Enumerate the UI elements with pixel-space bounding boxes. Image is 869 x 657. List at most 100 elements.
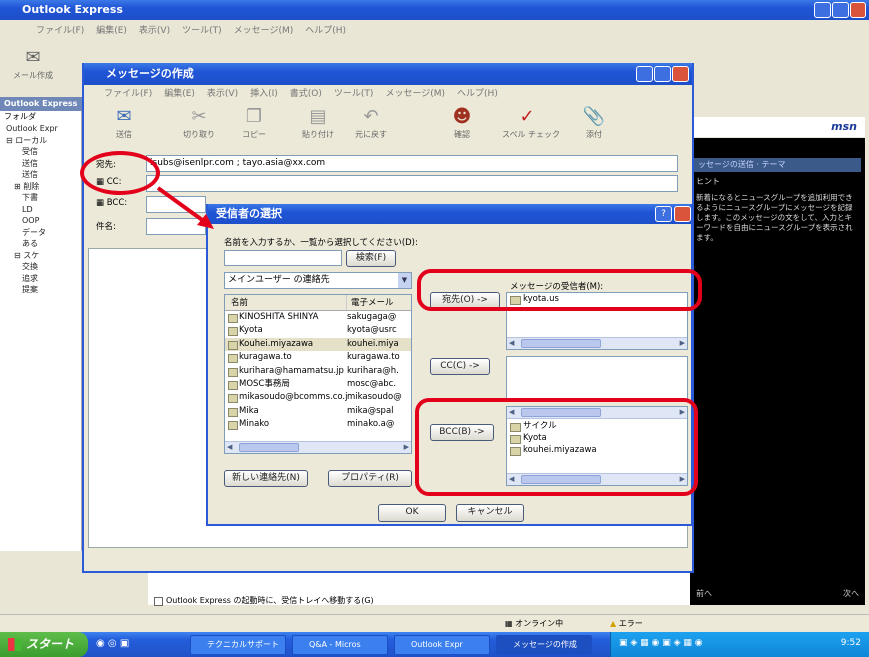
bcc-scrollbar[interactable]: ◀ ▶ xyxy=(507,473,687,485)
taskbar-button[interactable]: テクニカルサポート xyxy=(190,635,286,655)
scroll-thumb[interactable] xyxy=(521,408,601,417)
main-minimize-button[interactable] xyxy=(814,2,831,18)
contacts-scrollbar[interactable]: ◀ ▶ xyxy=(225,441,411,453)
menu-item[interactable]: ヘルプ(H) xyxy=(457,89,498,99)
menu-item[interactable]: ツール(T) xyxy=(182,26,222,36)
scroll-thumb[interactable] xyxy=(521,339,601,348)
cancel-button[interactable]: キャンセル xyxy=(456,504,524,522)
folder-item[interactable]: OOP xyxy=(6,215,81,227)
undo-button[interactable]: ↶ 元に戻す xyxy=(349,105,393,140)
start-button[interactable]: スタート xyxy=(0,632,88,657)
cc-button[interactable]: CC(C) -> xyxy=(430,358,490,375)
taskbar-button[interactable]: メッセージの作成 xyxy=(496,635,592,655)
menu-item[interactable]: ツール(T) xyxy=(334,89,374,99)
bcc-top-scrollbar[interactable]: ◀ ▶ xyxy=(507,407,687,419)
new-contact-button[interactable]: 新しい連絡先(N) xyxy=(224,470,308,487)
dialog-help-button[interactable]: ? xyxy=(655,206,672,222)
contact-row[interactable]: KINOSHITA SHINYA sakugaga@ xyxy=(225,311,411,324)
contacts-source-select[interactable]: メインユーザー の連絡先 ▼ xyxy=(224,272,412,289)
contact-row[interactable]: Minako minako.a@ xyxy=(225,418,411,431)
contacts-header: 名前 電子メール xyxy=(225,295,411,311)
taskbar-button[interactable]: Q&A - Micros xyxy=(292,635,388,655)
cc-field[interactable] xyxy=(146,175,678,192)
folder-item[interactable]: ⊞ 削除 xyxy=(6,181,81,193)
contact-row[interactable]: mikasoudo@bcomms.co.jp mikasoudo@ xyxy=(225,391,411,404)
properties-button[interactable]: プロパティ(R) xyxy=(328,470,412,487)
attach-icon: 📎 xyxy=(582,106,606,127)
bcc-label[interactable]: ▦ BCC: xyxy=(96,198,127,208)
tray-icons[interactable]: ▣ ◈ ▦ ◉ ▣ ◈ ▦ ◉ xyxy=(619,638,703,648)
contact-row[interactable]: Mika mika@spal xyxy=(225,405,411,418)
folder-item[interactable]: ⊟ スケ xyxy=(6,250,81,262)
startup-checkbox[interactable] xyxy=(154,597,163,606)
contact-row[interactable]: MOSC事務局 mosc@abc. xyxy=(225,378,411,391)
menu-item[interactable]: ファイル(F) xyxy=(36,26,84,36)
folder-item[interactable]: データ xyxy=(6,227,81,239)
menu-item[interactable]: ヘルプ(H) xyxy=(305,26,346,36)
menu-item[interactable]: メッセージ(M) xyxy=(385,89,445,99)
to-button[interactable]: 宛先(O) -> xyxy=(430,292,500,309)
folder-item[interactable]: ⊟ ローカル xyxy=(6,135,81,147)
folder-item[interactable]: 下書 xyxy=(6,192,81,204)
compose-maximize-button[interactable] xyxy=(654,66,671,82)
name-search-input[interactable] xyxy=(224,250,342,266)
send-button[interactable]: ✉ 送信 xyxy=(104,105,144,140)
attach-button[interactable]: 📎 添付 xyxy=(574,105,614,140)
taskbar-button[interactable]: Outlook Expr xyxy=(394,635,490,655)
menu-item[interactable]: 編集(E) xyxy=(164,89,195,99)
ie-icon[interactable]: ◉ xyxy=(96,638,105,649)
desktop-icon[interactable]: ▣ xyxy=(120,638,129,649)
menu-item[interactable]: メッセージ(M) xyxy=(234,26,294,36)
error-status: ▲ エラー xyxy=(610,619,643,628)
recipient-item[interactable]: kouhei.miyazawa xyxy=(507,444,687,456)
recipient-item[interactable]: Kyota xyxy=(507,432,687,444)
menu-item[interactable]: 挿入(I) xyxy=(250,89,278,99)
folder-item[interactable]: ある xyxy=(6,238,81,250)
cut-button[interactable]: ✂ 切り取り xyxy=(179,105,219,140)
folder-item[interactable]: 提案 xyxy=(6,284,81,296)
folder-item[interactable]: Outlook Expr xyxy=(6,123,81,135)
compose-minimize-button[interactable] xyxy=(636,66,653,82)
folder-item[interactable]: 受信 xyxy=(6,146,81,158)
folder-item[interactable]: LD xyxy=(6,204,81,216)
menu-item[interactable]: 書式(O) xyxy=(290,89,322,99)
folder-item[interactable]: 送信 xyxy=(6,158,81,170)
compose-close-button[interactable] xyxy=(672,66,689,82)
scroll-thumb[interactable] xyxy=(521,475,601,484)
prev-link[interactable]: 前へ xyxy=(696,588,712,599)
menu-item[interactable]: ファイル(F) xyxy=(104,89,152,99)
create-mail-button[interactable]: ✉ メール作成 xyxy=(8,46,58,81)
contact-row[interactable]: kuragawa.to kuragawa.to xyxy=(225,351,411,364)
recipient-item[interactable]: サイクル xyxy=(507,420,687,432)
ok-button[interactable]: OK xyxy=(378,504,446,522)
column-email-header[interactable]: 電子メール xyxy=(347,295,411,310)
bcc-field[interactable] xyxy=(146,196,206,213)
column-name-header[interactable]: 名前 xyxy=(225,295,347,310)
copy-button[interactable]: ❐ コピー xyxy=(234,105,274,140)
folder-item[interactable]: 送信 xyxy=(6,169,81,181)
contact-row[interactable]: Kouhei.miyazawa kouhei.miya xyxy=(225,337,411,352)
contact-row[interactable]: Kyota kyota@usrc xyxy=(225,324,411,337)
search-button[interactable]: 検索(F) xyxy=(346,250,396,267)
spell-check-button[interactable]: ✓ スペル チェック xyxy=(502,105,560,140)
folder-item[interactable]: 追求 xyxy=(6,273,81,285)
panel-tip: 新着になるとニュースグループを追加利用できるようにニュースグループにメッセージを… xyxy=(696,193,853,242)
bcc-button[interactable]: BCC(B) -> xyxy=(430,424,494,441)
next-link[interactable]: 次へ xyxy=(843,588,859,599)
subject-field[interactable] xyxy=(146,218,206,235)
paste-button[interactable]: ▤ 貼り付け xyxy=(296,105,340,140)
menu-item[interactable]: 表示(V) xyxy=(139,26,170,36)
scroll-thumb[interactable] xyxy=(239,443,299,452)
menu-item[interactable]: 表示(V) xyxy=(207,89,238,99)
recipient-item[interactable]: kyota.us xyxy=(507,293,687,305)
to-scrollbar[interactable]: ◀ ▶ xyxy=(507,337,687,349)
folder-item[interactable]: 交換 xyxy=(6,261,81,273)
check-names-button[interactable]: ☻ 確認 xyxy=(442,105,482,140)
dialog-close-button[interactable] xyxy=(674,206,691,222)
main-maximize-button[interactable] xyxy=(832,2,849,18)
menu-item[interactable]: 編集(E) xyxy=(96,26,127,36)
to-field[interactable]: isubs@isenlpr.com ; tayo.asia@xx.com xyxy=(146,155,678,172)
outlook-icon[interactable]: ◎ xyxy=(108,638,117,649)
contact-row[interactable]: kurihara@hamamatsu.jp kurihara@h. xyxy=(225,365,411,378)
main-close-button[interactable] xyxy=(850,2,866,18)
